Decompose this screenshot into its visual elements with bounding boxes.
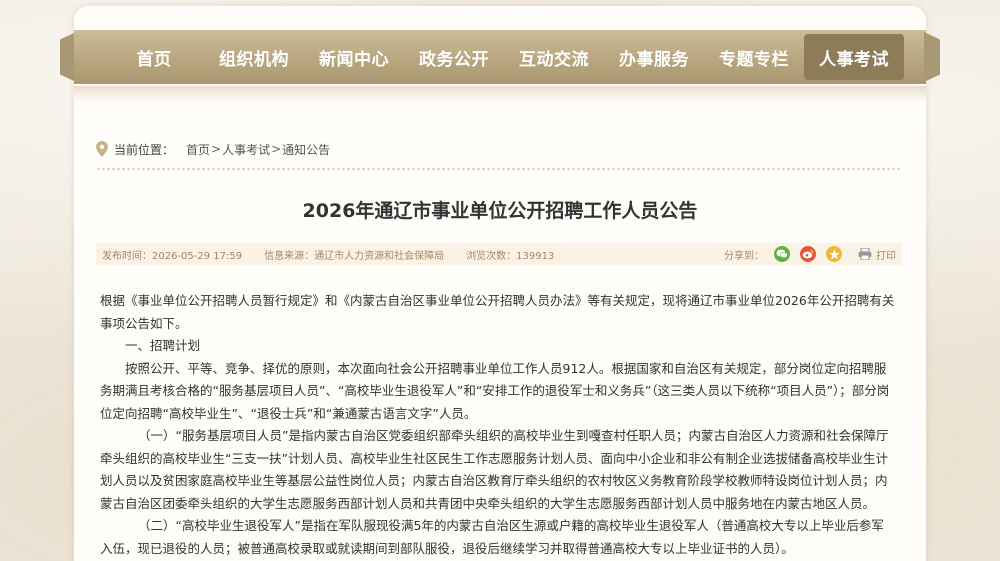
share-bar: 分享到： 打印 (724, 243, 896, 265)
nav-item-organization[interactable]: 组织机构 (204, 34, 304, 80)
breadcrumb-personnel-exam[interactable]: 人事考试 (222, 141, 270, 158)
print-button[interactable]: 打印 (876, 247, 896, 262)
breadcrumb-home[interactable]: 首页 (186, 141, 210, 158)
share-label: 分享到： (724, 250, 764, 262)
nav-item-interaction[interactable]: 互动交流 (504, 34, 604, 80)
info-source: 信息来源：通辽市人力资源和社会保障局 (264, 250, 445, 262)
article-paragraph: （一）“服务基层项目人员”是指内蒙古自治区党委组织部牵头组织的高校毕业生到嘎查村… (100, 428, 889, 511)
article-paragraph: 按照公开、平等、竞争、择优的原则，本次面向社会公开招聘事业单位工作人员912人。… (100, 360, 890, 421)
view-count: 浏览次数：139913 (466, 250, 555, 262)
article-paragraph: 根据《事业单位公开招聘人员暂行规定》和《内蒙古自治区事业单位公开招聘人员办法》等… (100, 293, 895, 331)
breadcrumb-label: 当前位置： (114, 142, 175, 157)
location-pin-icon (96, 141, 108, 157)
article-body: 根据《事业单位公开招聘人员暂行规定》和《内蒙古自治区事业单位公开招聘人员办法》等… (100, 290, 896, 560)
nav-bar: 首页 组织机构 新闻中心 政务公开 互动交流 办事服务 专题专栏 人事考试 (74, 30, 926, 84)
nav-ribbon-right (924, 32, 940, 82)
breadcrumb-separator: > (211, 142, 222, 156)
nav-item-personnel-exam[interactable]: 人事考试 (804, 34, 904, 80)
nav-item-news[interactable]: 新闻中心 (304, 34, 404, 80)
nav-shadow (74, 86, 926, 102)
article-title: 2026年通辽市事业单位公开招聘工作人员公告 (302, 200, 698, 222)
nav-item-topics[interactable]: 专题专栏 (704, 34, 804, 80)
article-meta-bar: 发布时间：2026-05-29 17:59 信息来源：通辽市人力资源和社会保障局… (96, 243, 902, 265)
breadcrumb: 当前位置： 首页 > 人事考试 > 通知公告 (96, 140, 330, 158)
nav-item-public-affairs[interactable]: 政务公开 (404, 34, 504, 80)
nav-item-home[interactable]: 首页 (104, 34, 204, 80)
favorite-icon[interactable] (826, 246, 842, 262)
weibo-icon[interactable] (800, 246, 816, 262)
wechat-icon[interactable] (774, 246, 790, 262)
section-heading: 一、招聘计划 (125, 338, 201, 353)
nav-item-services[interactable]: 办事服务 (604, 34, 704, 80)
breadcrumb-notices[interactable]: 通知公告 (282, 141, 330, 158)
print-icon[interactable] (858, 248, 872, 260)
article-paragraph: （二）“高校毕业生退役军人”是指在军队服现役满5年的内蒙古自治区生源或户籍的高校… (100, 518, 884, 556)
main-nav: 首页 组织机构 新闻中心 政务公开 互动交流 办事服务 专题专栏 人事考试 (60, 30, 940, 84)
dotted-divider (96, 167, 902, 171)
publish-time: 发布时间：2026-05-29 17:59 (102, 250, 243, 262)
breadcrumb-separator: > (271, 142, 282, 156)
